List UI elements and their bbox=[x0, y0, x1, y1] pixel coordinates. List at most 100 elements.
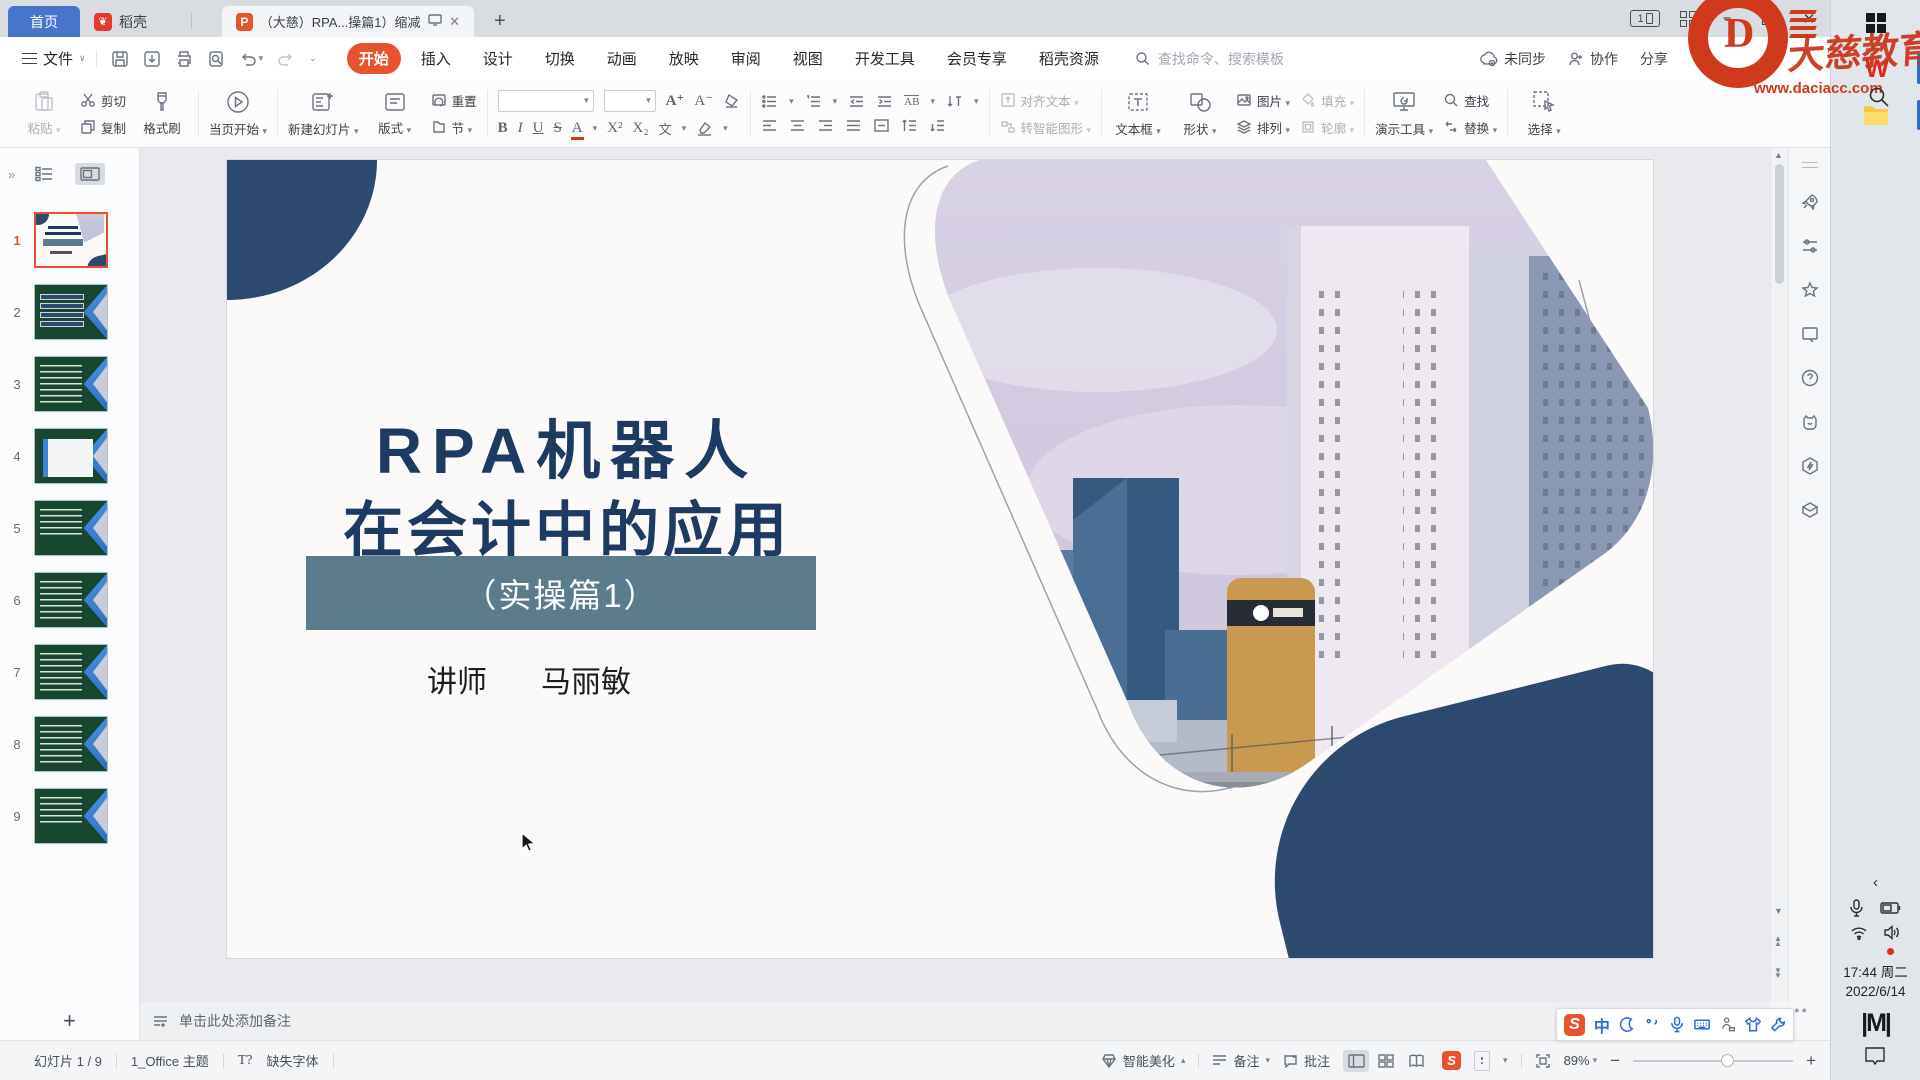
thumbnail-view-icon[interactable] bbox=[75, 163, 105, 185]
next-slide-icon[interactable]: ▼▼ bbox=[1774, 968, 1782, 978]
notes-input[interactable]: 单击此处添加备注 bbox=[140, 1002, 1770, 1040]
collapse-toolbar-icon[interactable]: ⌄ bbox=[309, 53, 317, 64]
assistant-icon[interactable] bbox=[1800, 412, 1820, 432]
align-left-icon[interactable] bbox=[761, 117, 778, 134]
slide-sorter-view-button[interactable] bbox=[1373, 1050, 1399, 1072]
font-size-combo[interactable]: ▾ bbox=[604, 90, 656, 112]
fullwidth-moon-icon[interactable] bbox=[1619, 1016, 1635, 1033]
underline-button[interactable]: U bbox=[533, 120, 544, 137]
paste-button[interactable]: 粘贴 ▾ bbox=[18, 90, 70, 137]
zoom-out-button[interactable]: − bbox=[1610, 1051, 1620, 1071]
fill-button[interactable]: 填充 ▾ bbox=[1300, 91, 1354, 110]
slide-9-thumbnail[interactable] bbox=[34, 788, 108, 844]
save-icon[interactable] bbox=[111, 50, 129, 68]
skin-tshirt-icon[interactable] bbox=[1745, 1016, 1761, 1033]
speaker-icon[interactable] bbox=[1884, 925, 1901, 940]
zoom-slider-knob[interactable] bbox=[1721, 1054, 1734, 1067]
ime-mode-chinese[interactable]: 中 bbox=[1594, 1013, 1610, 1037]
slide-7-thumbnail[interactable] bbox=[34, 644, 108, 700]
text-direction-icon[interactable] bbox=[946, 93, 963, 110]
bullet-list-icon[interactable] bbox=[761, 93, 778, 110]
print-preview-icon[interactable] bbox=[207, 50, 225, 68]
voice-input-icon[interactable] bbox=[1669, 1016, 1685, 1033]
slide-thumbnail[interactable]: 1 bbox=[0, 204, 139, 276]
subtitle-banner[interactable]: （实操篇1） bbox=[306, 556, 816, 630]
numbered-list-icon[interactable] bbox=[805, 93, 822, 110]
tab-insert[interactable]: 插入 bbox=[409, 43, 463, 74]
start-button[interactable] bbox=[1831, 0, 1920, 46]
tab-design[interactable]: 设计 bbox=[471, 43, 525, 74]
editing-canvas[interactable]: RPA机器人 在会计中的应用 （实操篇1） 讲师 马丽敏 bbox=[140, 148, 1770, 1002]
slide-thumbnail[interactable]: 6 bbox=[0, 564, 139, 636]
sync-status[interactable]: 未同步 bbox=[1479, 49, 1546, 69]
zoom-slider[interactable] bbox=[1633, 1060, 1793, 1062]
share-button[interactable]: 分享 bbox=[1640, 49, 1668, 69]
reading-view-button[interactable] bbox=[1403, 1050, 1429, 1072]
slide-5-thumbnail[interactable] bbox=[34, 500, 108, 556]
reset-button[interactable]: 重置 bbox=[431, 91, 477, 110]
previous-slide-icon[interactable]: ▲▲ bbox=[1774, 936, 1782, 946]
line-spacing-icon[interactable] bbox=[901, 117, 918, 134]
scroll-up-icon[interactable]: ▲ bbox=[1774, 150, 1783, 160]
wifi-icon[interactable] bbox=[1850, 925, 1868, 940]
close-window-button[interactable]: ✕ bbox=[1798, 10, 1820, 28]
restore-button[interactable] bbox=[1762, 13, 1774, 25]
outline-view-icon[interactable] bbox=[29, 163, 59, 185]
layout-button[interactable]: 版式 ▾ bbox=[369, 90, 421, 137]
tab-animation[interactable]: 动画 bbox=[595, 43, 649, 74]
slide-thumbnail[interactable]: 9 bbox=[0, 780, 139, 852]
slide-title-line1[interactable]: RPA机器人 bbox=[287, 400, 847, 492]
italic-button[interactable]: I bbox=[518, 120, 523, 137]
add-slide-button[interactable]: + bbox=[0, 1002, 140, 1040]
slide-8-thumbnail[interactable] bbox=[34, 716, 108, 772]
arrange-button[interactable]: 排列 ▾ bbox=[1236, 118, 1290, 137]
bold-button[interactable]: B bbox=[498, 120, 508, 137]
increase-font-button[interactable]: A⁺ bbox=[666, 91, 685, 110]
tray-app-icon[interactable]: |M| bbox=[1861, 1009, 1890, 1038]
ime-status-icon[interactable]: S bbox=[1442, 1051, 1461, 1070]
theme-name[interactable]: 1_Office 主题 bbox=[131, 1051, 209, 1070]
action-center-icon[interactable] bbox=[1864, 1046, 1886, 1066]
microphone-icon[interactable] bbox=[1849, 899, 1864, 917]
quick-tools-rocket-icon[interactable] bbox=[1800, 192, 1820, 212]
play-from-current-button[interactable]: 当页开始 ▾ bbox=[209, 89, 267, 138]
cut-button[interactable]: 剪切 bbox=[80, 91, 126, 110]
distribute-icon[interactable] bbox=[873, 117, 890, 134]
slide-thumbnail[interactable]: 8 bbox=[0, 708, 139, 780]
ime-options-button[interactable] bbox=[1474, 1051, 1490, 1071]
lecturer-line[interactable]: 讲师 马丽敏 bbox=[427, 657, 631, 701]
slide-6-thumbnail[interactable] bbox=[34, 572, 108, 628]
print-icon[interactable] bbox=[175, 50, 193, 68]
tab-slideshow[interactable]: 放映 bbox=[657, 43, 711, 74]
smart-beautify-button[interactable]: 智能美化▴ bbox=[1101, 1051, 1186, 1070]
strikethrough-button[interactable]: S bbox=[553, 120, 561, 137]
to-smartart-button[interactable]: 转智能图形 ▾ bbox=[1000, 118, 1092, 137]
slide-thumbnail[interactable]: 2 bbox=[0, 276, 139, 348]
ime-expand-icon[interactable]: ▾ bbox=[1503, 1055, 1508, 1066]
present-tools-button[interactable]: 演示工具 ▾ bbox=[1375, 89, 1433, 138]
tab-docer[interactable]: ❦ 稻壳 bbox=[80, 6, 192, 37]
slide-thumbnail[interactable]: 5 bbox=[0, 492, 139, 564]
help-icon[interactable] bbox=[1800, 368, 1820, 388]
clock[interactable]: 17:44 周二 2022/6/14 bbox=[1843, 963, 1908, 1001]
font-name-combo[interactable]: ▾ bbox=[498, 90, 594, 112]
command-search[interactable]: 查找命令、搜索模板 bbox=[1135, 49, 1284, 69]
collapse-panel-icon[interactable]: » bbox=[8, 167, 13, 182]
scroll-down-icon[interactable]: ▼ bbox=[1774, 906, 1783, 916]
format-painter-button[interactable]: 格式刷 bbox=[136, 90, 188, 137]
slide-2-thumbnail[interactable] bbox=[34, 284, 108, 340]
slide-3-thumbnail[interactable] bbox=[34, 356, 108, 412]
close-document-icon[interactable]: ✕ bbox=[449, 14, 460, 30]
scrollbar-thumb[interactable] bbox=[1775, 164, 1784, 284]
workspace-grid-icon[interactable] bbox=[1680, 11, 1696, 27]
flash-tools-icon[interactable] bbox=[1800, 456, 1820, 476]
highlight-icon[interactable] bbox=[696, 120, 713, 137]
missing-font-label[interactable]: 缺失字体 bbox=[266, 1051, 318, 1070]
soft-keyboard-icon[interactable] bbox=[1694, 1016, 1710, 1033]
wrench-icon[interactable] bbox=[1770, 1016, 1786, 1033]
tab-document[interactable]: P （大慈）RPA...操篇1）缩减版 ✕ bbox=[222, 6, 474, 37]
decrease-font-button[interactable]: A⁻ bbox=[694, 91, 713, 110]
slide-thumbnail[interactable]: 3 bbox=[0, 348, 139, 420]
font-color-button[interactable]: A bbox=[572, 120, 583, 137]
align-text-button[interactable]: 对齐文本 ▾ bbox=[1000, 91, 1092, 110]
